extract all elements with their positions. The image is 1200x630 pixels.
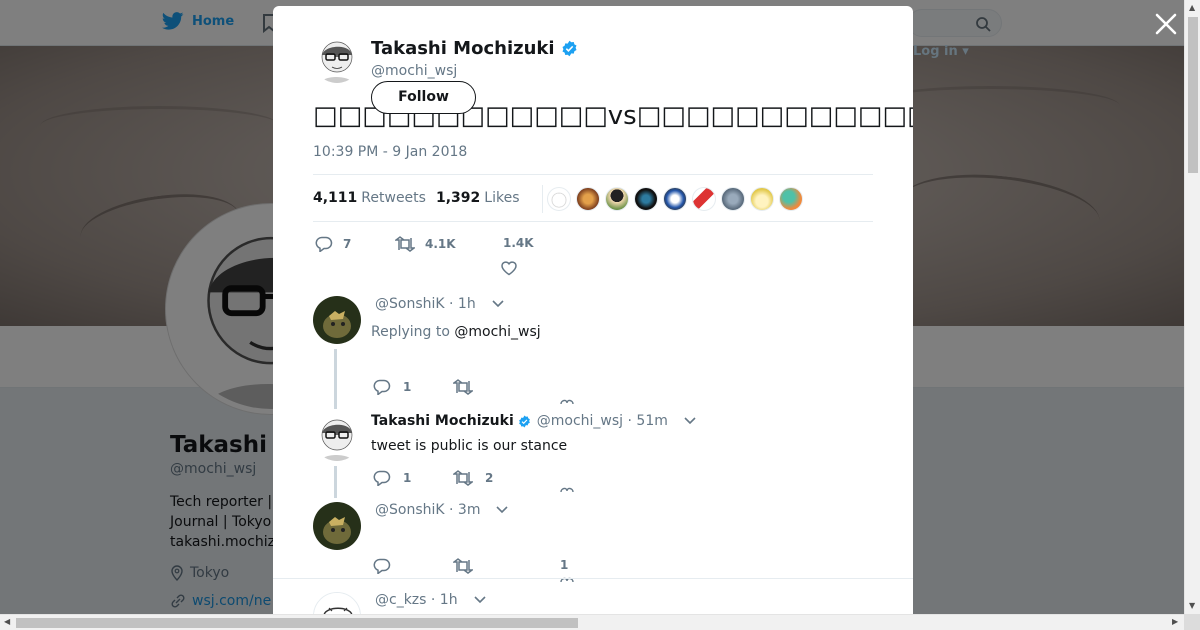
reply-divider	[273, 578, 913, 579]
replying-to-handle[interactable]: @mochi_wsj	[454, 324, 540, 340]
heart-icon[interactable]	[500, 260, 518, 276]
reply-avatar[interactable]	[313, 592, 361, 614]
reply-handle[interactable]: @SonshiK	[375, 296, 445, 312]
reply-avatar[interactable]	[313, 413, 361, 461]
close-icon[interactable]	[1154, 12, 1178, 36]
reply-action[interactable]: 1	[373, 379, 411, 395]
tweet-modal: Takashi Mochizuki @mochi_wsj □□□□□□□□□□□…	[273, 6, 913, 614]
vertical-scroll-thumb[interactable]	[1188, 17, 1198, 173]
reply-header: Takashi Mochizuki @mochi_wsj · 51m	[371, 413, 696, 429]
tweet-author-avatar[interactable]	[313, 35, 361, 83]
liker-avatar[interactable]	[779, 187, 803, 211]
reply-handle[interactable]: @mochi_wsj	[537, 413, 623, 429]
retweets-stat[interactable]: 4,111 Retweets	[313, 190, 426, 206]
retweet-icon[interactable]	[395, 236, 415, 252]
scroll-right-arrow[interactable]: ▶	[1172, 617, 1178, 626]
retweet-action[interactable]	[453, 558, 485, 574]
liker-avatar[interactable]	[721, 187, 745, 211]
retweet-icon[interactable]	[453, 379, 473, 395]
reply-icon[interactable]	[373, 379, 391, 395]
retweet-icon[interactable]	[453, 558, 473, 574]
reply-action[interactable]: 1	[373, 470, 411, 486]
reply-handle[interactable]: @c_kzs	[375, 592, 426, 608]
horizontal-scroll-thumb[interactable]	[16, 618, 578, 628]
reply-text: tweet is public is our stance	[371, 438, 568, 454]
reply-header: @SonshiK · 3m	[371, 502, 509, 518]
reply-icon[interactable]	[373, 470, 391, 486]
thread-connector	[334, 349, 337, 409]
liker-avatar[interactable]	[634, 187, 658, 211]
horizontal-scrollbar[interactable]: ◀ ▶	[0, 614, 1184, 630]
reply-actions: 1 2	[371, 470, 671, 490]
heart-icon[interactable]	[559, 398, 575, 404]
retweet-icon[interactable]	[453, 470, 473, 486]
liker-avatar[interactable]	[663, 187, 687, 211]
verified-badge-icon	[518, 415, 530, 427]
reply-avatar[interactable]	[313, 502, 361, 550]
scroll-up-arrow[interactable]: ▲	[1189, 3, 1195, 12]
reply-context: Replying to @mochi_wsj	[371, 324, 541, 340]
tweet-stats: 4,111 Retweets 1,392 Likes	[313, 174, 873, 222]
chevron-down-icon[interactable]	[496, 506, 509, 514]
reply-handle[interactable]: @SonshiK	[375, 502, 445, 518]
thread-connector	[334, 466, 337, 498]
tweet-author-name[interactable]: Takashi Mochizuki	[371, 38, 578, 59]
reply-time[interactable]: · 51m	[628, 413, 668, 429]
reply-icon[interactable]	[373, 558, 391, 574]
likers-avatars	[542, 187, 803, 211]
like-count[interactable]: 1	[560, 558, 568, 572]
chevron-down-icon[interactable]	[474, 596, 486, 604]
scroll-down-arrow[interactable]: ▼	[1189, 601, 1195, 610]
reply-header: @c_kzs · 1h	[371, 592, 486, 608]
reply-time[interactable]: · 1h	[449, 296, 476, 312]
reply-avatar[interactable]	[313, 296, 361, 344]
verified-badge-icon	[562, 40, 577, 57]
scrollbar-corner	[1184, 614, 1200, 630]
heart-icon[interactable]	[559, 486, 575, 492]
scroll-left-arrow[interactable]: ◀	[4, 617, 10, 626]
liker-avatar[interactable]	[692, 187, 716, 211]
chevron-down-icon[interactable]	[684, 417, 696, 425]
tweet-timestamp[interactable]: 10:39 PM - 9 Jan 2018	[313, 144, 467, 160]
reply-actions: 1	[371, 379, 671, 399]
tweet-author-handle[interactable]: @mochi_wsj	[371, 63, 457, 79]
liker-avatar[interactable]	[576, 187, 600, 211]
chevron-down-icon[interactable]	[492, 300, 504, 308]
retweet-action[interactable]: 4.1K	[395, 236, 456, 252]
liker-avatar[interactable]	[605, 187, 629, 211]
tweet-actions: 7 4.1K 1.4K	[313, 234, 873, 276]
reply-author-name[interactable]: Takashi Mochizuki	[371, 413, 514, 429]
heart-icon[interactable]	[559, 576, 575, 582]
like-count[interactable]: 1.4K	[503, 236, 534, 250]
liker-avatar[interactable]	[750, 187, 774, 211]
likes-stat[interactable]: 1,392 Likes	[436, 190, 520, 206]
retweet-action[interactable]: 2	[453, 470, 493, 486]
reply-actions: 1	[371, 558, 671, 578]
follow-button[interactable]: Follow	[371, 81, 476, 114]
reply-time[interactable]: · 1h	[431, 592, 458, 608]
retweet-action[interactable]	[453, 379, 485, 395]
reply-header: @SonshiK · 1h	[371, 296, 504, 312]
reply-time[interactable]: · 3m	[449, 502, 480, 518]
reply-icon[interactable]	[315, 236, 333, 252]
login-link[interactable]: Log in ▾	[913, 44, 969, 59]
reply-action[interactable]	[373, 558, 403, 574]
liker-avatar[interactable]	[547, 187, 571, 211]
vertical-scrollbar[interactable]: ▲ ▼	[1184, 0, 1200, 614]
reply-action[interactable]: 7	[315, 236, 351, 252]
